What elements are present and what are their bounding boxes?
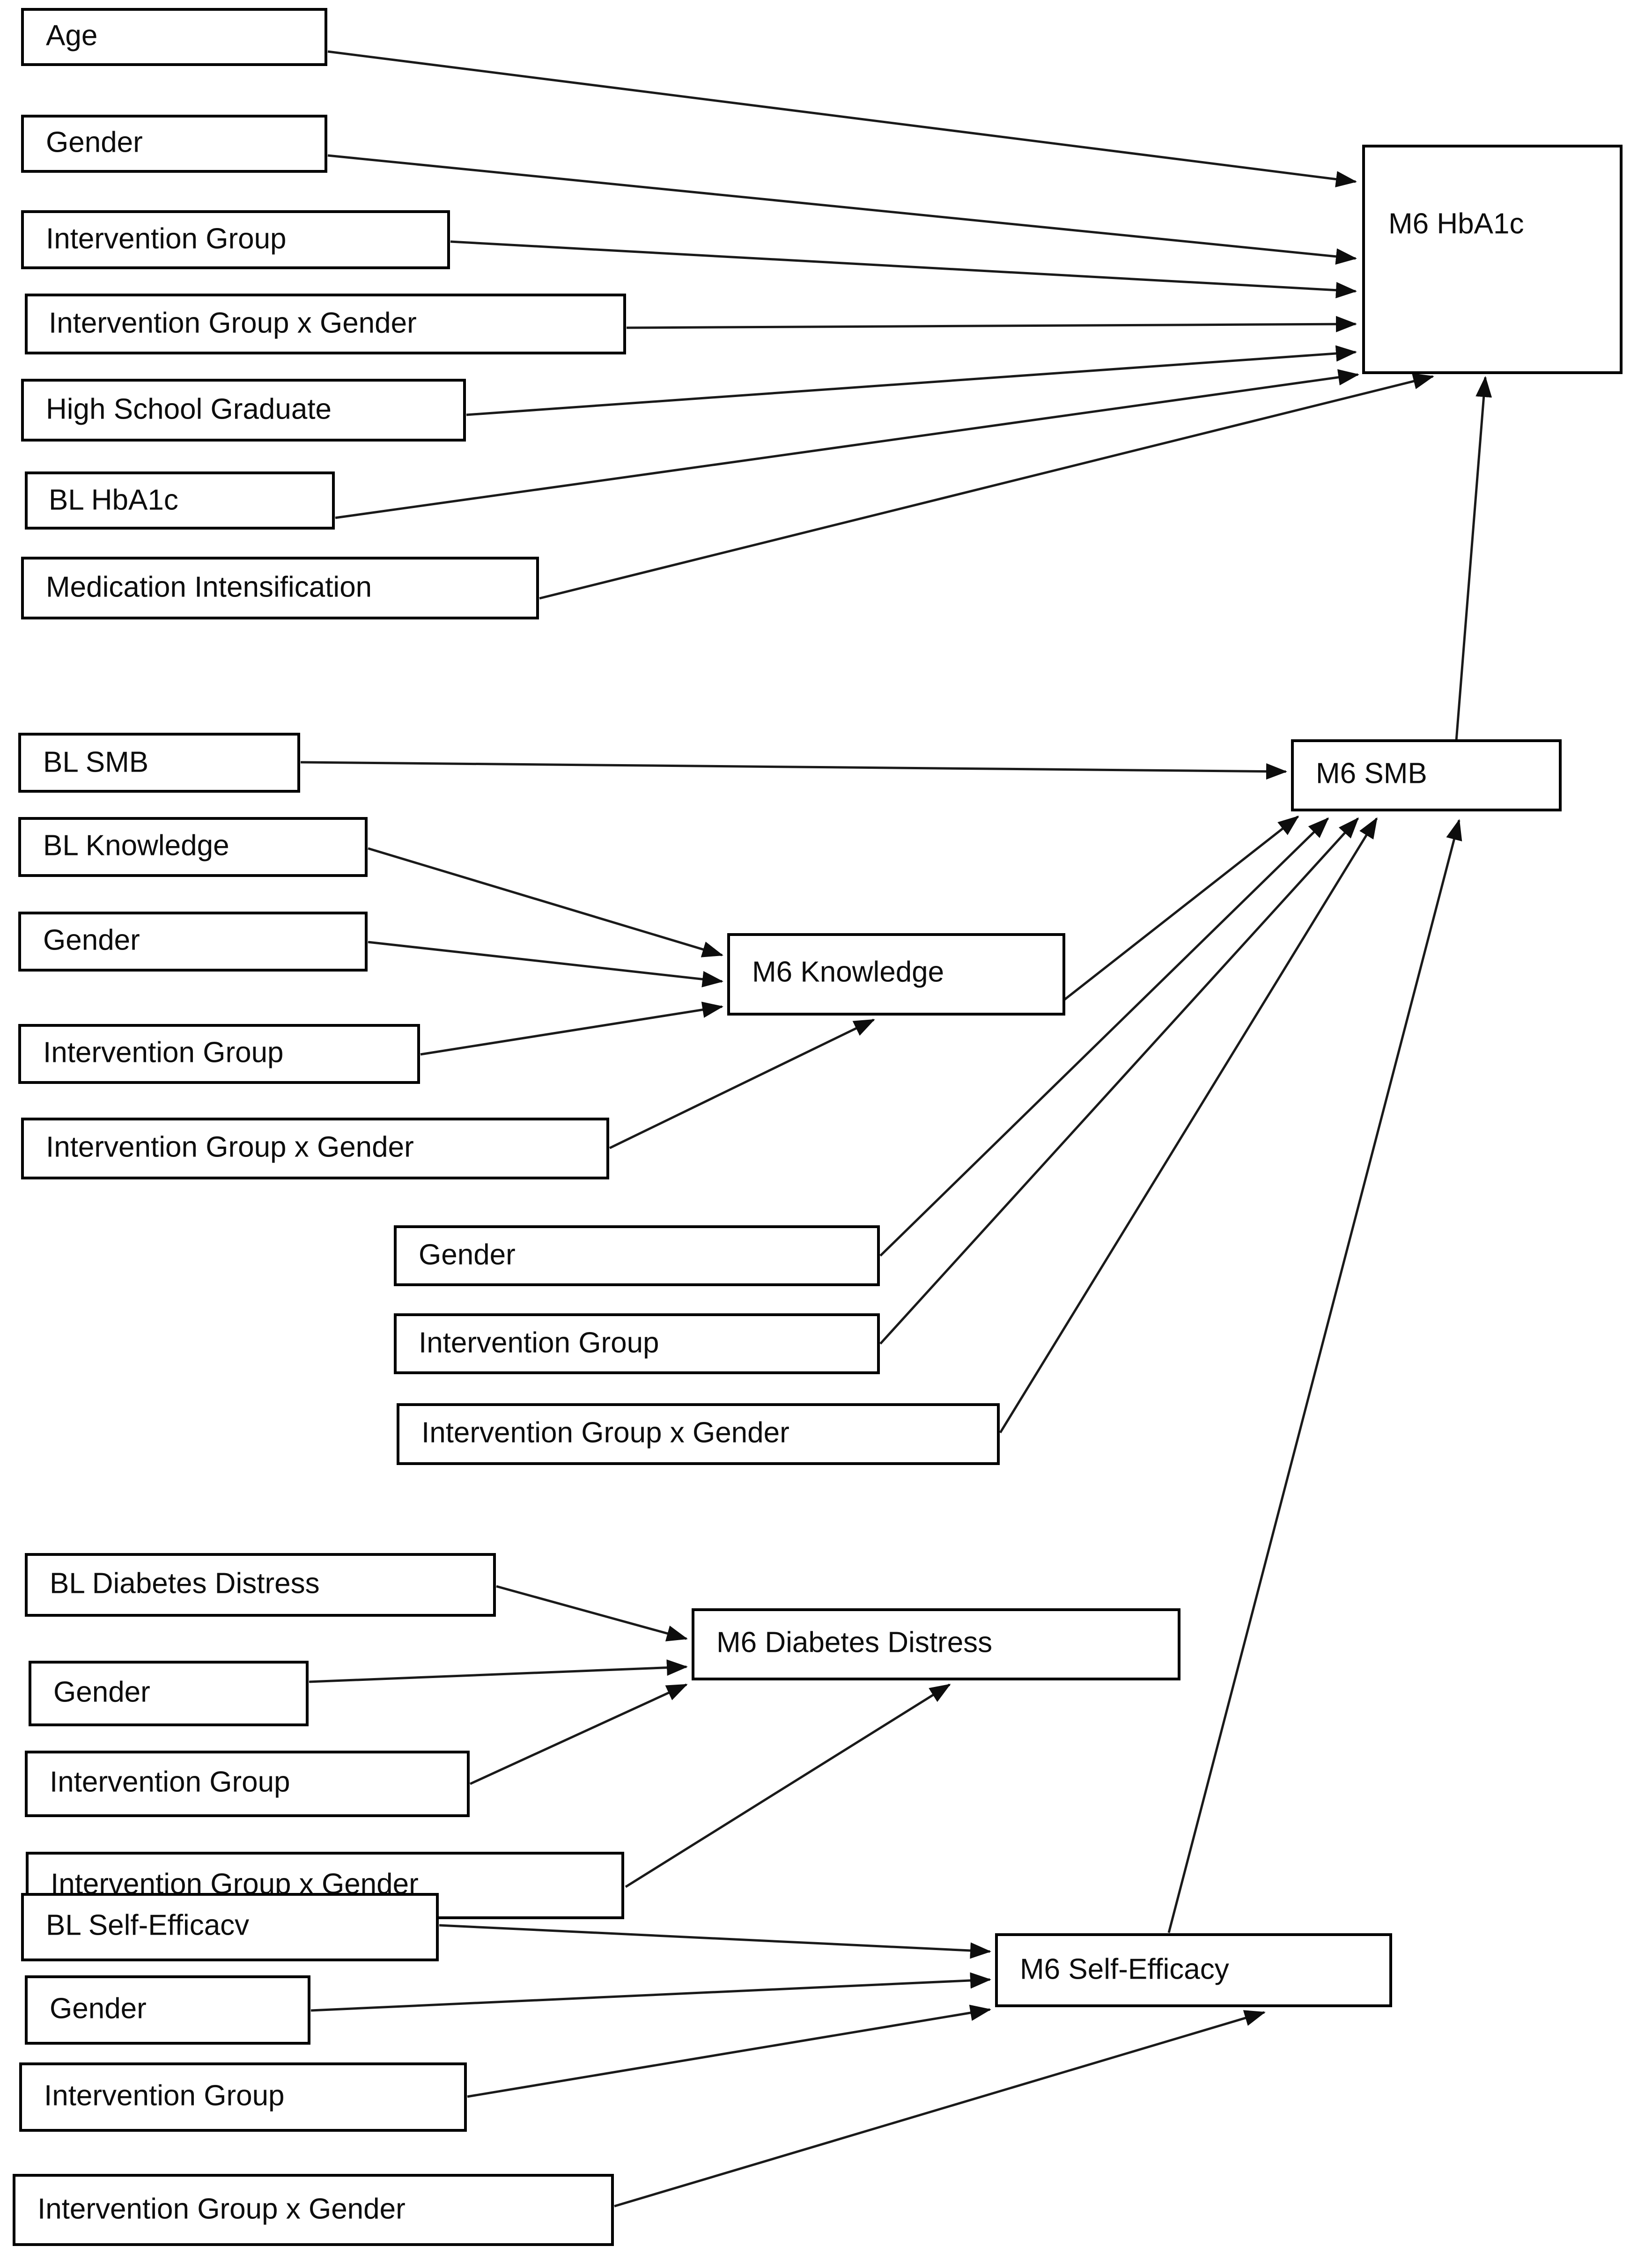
edge-gender-to-m6-self-efficacy <box>310 1972 991 2012</box>
node-label-gender_m: Gender <box>43 924 140 956</box>
edge-bl-hba1c-to-m6-hba1c <box>335 369 1359 519</box>
node-label-bl_hba1c: BL HbA1c <box>49 484 178 516</box>
edge-bl-knowledge-to-m6-knowledge <box>368 847 723 957</box>
edge-intervention-group-x-gender-to-m6-self-efficacy <box>614 2010 1266 2208</box>
edge-gender-to-m6-diabetes-distress <box>309 1659 688 1683</box>
node-m6_hba1c[interactable]: M6 HbA1c <box>1362 145 1623 374</box>
node-label-ig_s: Intervention Group <box>44 2079 285 2112</box>
node-label-bl_dd: BL Diabetes Distress <box>50 1567 320 1599</box>
node-bl_know[interactable]: BL Knowledge <box>18 817 368 877</box>
node-age[interactable]: Age <box>21 8 327 66</box>
edge-gender-to-m6-knowledge <box>368 941 723 987</box>
node-label-bl_smb: BL SMB <box>43 746 148 778</box>
node-label-igxg_s: Intervention Group x Gender <box>37 2193 406 2225</box>
node-label-ig_d: Intervention Group <box>50 1766 290 1798</box>
node-ig_m[interactable]: Intervention Group <box>18 1024 420 1084</box>
edge-intervention-group-to-m6-hba1c <box>450 240 1357 299</box>
node-med_int[interactable]: Medication Intensification <box>21 557 539 619</box>
node-label-igxg_h: Intervention Group x Gender <box>49 307 417 339</box>
edge-m6-smb-to-m6-hba1c <box>1455 376 1492 741</box>
diagram-canvas: Age Gender Intervention Group Intervention … <box>0 0 1645 2268</box>
edge-intervention-group-x-gender-to-m6-diabetes-distress <box>625 1683 951 1888</box>
node-label-age: Age <box>46 19 97 52</box>
node-bl_dd[interactable]: BL Diabetes Distress <box>25 1553 496 1617</box>
node-m6_smb[interactable]: M6 SMB <box>1291 739 1562 811</box>
path-model-diagram: Age Gender Intervention Group Intervention … <box>13 8 1623 2246</box>
node-label-hsgrad: High School Graduate <box>46 393 332 425</box>
node-label-ig_i: Intervention Group <box>419 1326 659 1359</box>
node-ig_h[interactable]: Intervention Group <box>21 210 450 269</box>
edge-m6-knowledge-to-m6-smb <box>1063 816 1299 1001</box>
edge-intervention-group-to-m6-diabetes-distress <box>469 1683 688 1785</box>
node-m6_se[interactable]: M6 Self-Efficacy <box>995 1933 1392 2007</box>
node-label-igxg_i: Intervention Group x Gender <box>421 1416 789 1449</box>
edge-gender-to-m6-smb <box>879 817 1329 1257</box>
node-bl_smb[interactable]: BL SMB <box>18 733 300 793</box>
node-label-gender_i: Gender <box>419 1238 516 1271</box>
node-m6_know[interactable]: M6 Knowledge <box>727 933 1065 1016</box>
edge-high-school-graduate-to-m6-hba1c <box>466 345 1357 416</box>
edge-intervention-group-x-gender-to-m6-smb <box>999 817 1378 1434</box>
edge-bl-diabetes-distress-to-m6-diabetes-distress <box>496 1585 688 1642</box>
node-bl_hba1c[interactable]: BL HbA1c <box>25 471 335 530</box>
node-label-igxg_m: Intervention Group x Gender <box>46 1131 414 1163</box>
edge-intervention-group-to-m6-self-efficacy <box>467 2004 991 2098</box>
node-ig_d[interactable]: Intervention Group <box>25 1751 470 1817</box>
node-igxg_h[interactable]: Intervention Group x Gender <box>25 294 626 354</box>
edge-age-to-m6-hba1c <box>327 50 1357 188</box>
node-box-m6_hba1c <box>1362 145 1623 374</box>
node-m6_dd[interactable]: M6 Diabetes Distress <box>692 1608 1180 1680</box>
node-label-med_int: Medication Intensification <box>46 571 372 603</box>
edge-intervention-group-x-gender-to-m6-knowledge <box>609 1018 875 1149</box>
node-label-m6_se: M6 Self-Efficacy <box>1020 1953 1229 1985</box>
node-ig_i[interactable]: Intervention Group <box>394 1313 880 1374</box>
node-label-gender_s: Gender <box>50 1992 147 2025</box>
node-label-bl_know: BL Knowledge <box>43 829 229 862</box>
node-ig_s[interactable]: Intervention Group <box>19 2062 467 2132</box>
node-igxg_i[interactable]: Intervention Group x Gender <box>397 1403 1000 1465</box>
node-igxg_m[interactable]: Intervention Group x Gender <box>21 1118 609 1179</box>
node-bl_se[interactable]: BL Self-Efficacv <box>21 1893 439 1961</box>
node-gender_d[interactable]: Gender <box>29 1661 309 1726</box>
node-igxg_s[interactable]: Intervention Group x Gender <box>13 2174 614 2246</box>
node-gender_h[interactable]: Gender <box>21 115 327 173</box>
edge-intervention-group-x-gender-to-m6-hba1c <box>626 316 1357 332</box>
node-label-ig_m: Intervention Group <box>43 1036 284 1068</box>
node-gender_i[interactable]: Gender <box>394 1225 880 1286</box>
node-label-gender_h: Gender <box>46 126 143 158</box>
node-gender_m[interactable]: Gender <box>18 912 368 972</box>
node-hsgrad[interactable]: High School Graduate <box>21 379 466 442</box>
edge-medication-intensification-to-m6-hba1c <box>539 373 1434 600</box>
node-label-bl_se: BL Self-Efficacv <box>46 1909 249 1941</box>
node-label-m6_hba1c: M6 HbA1c <box>1388 207 1524 240</box>
node-gender_s[interactable]: Gender <box>25 1975 310 2045</box>
node-label-ig_h: Intervention Group <box>46 222 287 255</box>
node-label-m6_smb: M6 SMB <box>1316 757 1427 789</box>
edge-bl-self-efficacv-to-m6-self-efficacy <box>439 1924 991 1959</box>
node-label-m6_know: M6 Knowledge <box>752 956 944 988</box>
node-label-m6_dd: M6 Diabetes Distress <box>716 1626 992 1658</box>
edge-bl-smb-to-m6-smb <box>300 761 1287 780</box>
edge-intervention-group-to-m6-smb <box>879 817 1359 1345</box>
edge-m6-self-efficacy-to-m6-smb <box>1167 819 1462 1933</box>
edge-intervention-group-to-m6-knowledge <box>420 1001 723 1056</box>
node-label-gender_d: Gender <box>53 1676 150 1708</box>
